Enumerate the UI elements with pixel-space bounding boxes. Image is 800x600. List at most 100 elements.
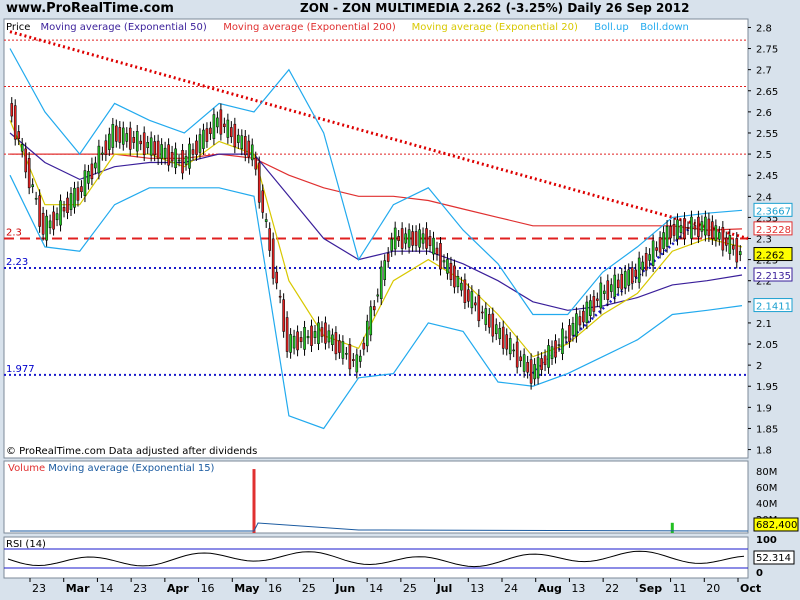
candle (250, 144, 254, 161)
candle (498, 328, 502, 339)
candle (306, 336, 310, 339)
candle (540, 358, 543, 370)
candle (101, 152, 104, 155)
level-label: 2.3 (6, 228, 22, 239)
rsi-legend: RSI (14) (6, 539, 46, 550)
candle (704, 216, 707, 236)
chart-title: ZON - ZON MULTIMEDIA 2.262 (-3.25%) Dail… (300, 1, 690, 15)
candle (149, 137, 153, 156)
candle (292, 335, 296, 349)
volume-legend-item: Volume (8, 463, 45, 474)
candle (223, 123, 226, 128)
y-tick-label: 2.65 (756, 87, 778, 98)
candle (662, 232, 665, 249)
candle (501, 326, 505, 349)
y-tick-label: 2.8 (756, 23, 772, 34)
candle (711, 221, 714, 239)
x-tick-label: Sep (639, 582, 662, 595)
candle (386, 253, 390, 262)
y-tick-label: 1.8 (756, 446, 772, 457)
candle (505, 334, 509, 350)
candle (582, 310, 585, 323)
candle (571, 322, 575, 336)
candle (90, 163, 94, 180)
candle (118, 127, 122, 143)
candle (554, 340, 557, 358)
candle (132, 137, 136, 143)
candle (135, 131, 139, 152)
candle (651, 240, 655, 266)
volume-tick-label: 60M (756, 483, 777, 494)
candle (665, 226, 669, 247)
candle (115, 125, 118, 142)
candle (512, 349, 515, 352)
y-tick-label: 1.85 (756, 424, 778, 435)
candle (627, 269, 631, 286)
candle (731, 245, 735, 250)
candle (383, 260, 387, 280)
candle (449, 262, 453, 280)
candle (230, 127, 233, 138)
candle (80, 186, 83, 192)
y-tick-label: 1.95 (756, 382, 778, 393)
candle (683, 218, 686, 239)
candle (400, 228, 404, 249)
candle (435, 247, 439, 255)
candle (432, 237, 435, 255)
candle (202, 129, 205, 149)
candle (45, 215, 48, 241)
y-tick-label: 2.45 (756, 171, 778, 182)
legend-item: Moving average (Exponential 200) (223, 22, 396, 33)
x-tick-label: 16 (201, 582, 215, 595)
candle (592, 296, 596, 312)
candle (536, 357, 540, 379)
candle (177, 159, 181, 162)
candle (331, 334, 334, 346)
candle (718, 232, 721, 240)
candle (603, 290, 606, 294)
y-tick-label: 2.5 (756, 150, 772, 161)
candle (237, 134, 240, 143)
candle (247, 140, 251, 158)
x-tick-label: 13 (571, 582, 585, 595)
candle (630, 267, 634, 284)
y-tick-label: 2.6 (756, 108, 772, 119)
candle (303, 327, 306, 350)
legend-item: Boll.up (594, 22, 628, 33)
candle (728, 235, 732, 254)
candle (725, 237, 728, 246)
candle (52, 211, 55, 230)
x-tick-label: 23 (133, 582, 147, 595)
candle (261, 190, 265, 213)
candle (219, 109, 223, 135)
x-tick-label: 25 (403, 582, 417, 595)
candle (414, 231, 418, 246)
candle (341, 341, 345, 359)
x-tick-label: Jul (436, 582, 453, 595)
candle (59, 200, 62, 226)
candle (575, 313, 578, 337)
candle (275, 271, 278, 284)
candle (156, 140, 160, 159)
candle (487, 314, 491, 328)
candle (672, 223, 676, 236)
legend-item: Moving average (Exponential 50) (41, 22, 207, 33)
candle (170, 151, 174, 162)
candle (508, 338, 512, 355)
candle (243, 136, 247, 156)
candle (352, 359, 355, 362)
candle (407, 229, 411, 248)
candle (599, 282, 603, 309)
candle (69, 193, 73, 210)
y-tick-label: 2.1 (756, 319, 772, 330)
candle (484, 308, 488, 325)
candle (372, 306, 376, 311)
candle (205, 128, 209, 142)
x-tick-label: 25 (302, 582, 316, 595)
candle (38, 195, 41, 227)
candle (153, 141, 156, 156)
candle (313, 331, 317, 338)
candle (97, 145, 101, 174)
site-name: www.ProRealTime.com (6, 1, 174, 16)
x-tick-label: 14 (99, 582, 113, 595)
